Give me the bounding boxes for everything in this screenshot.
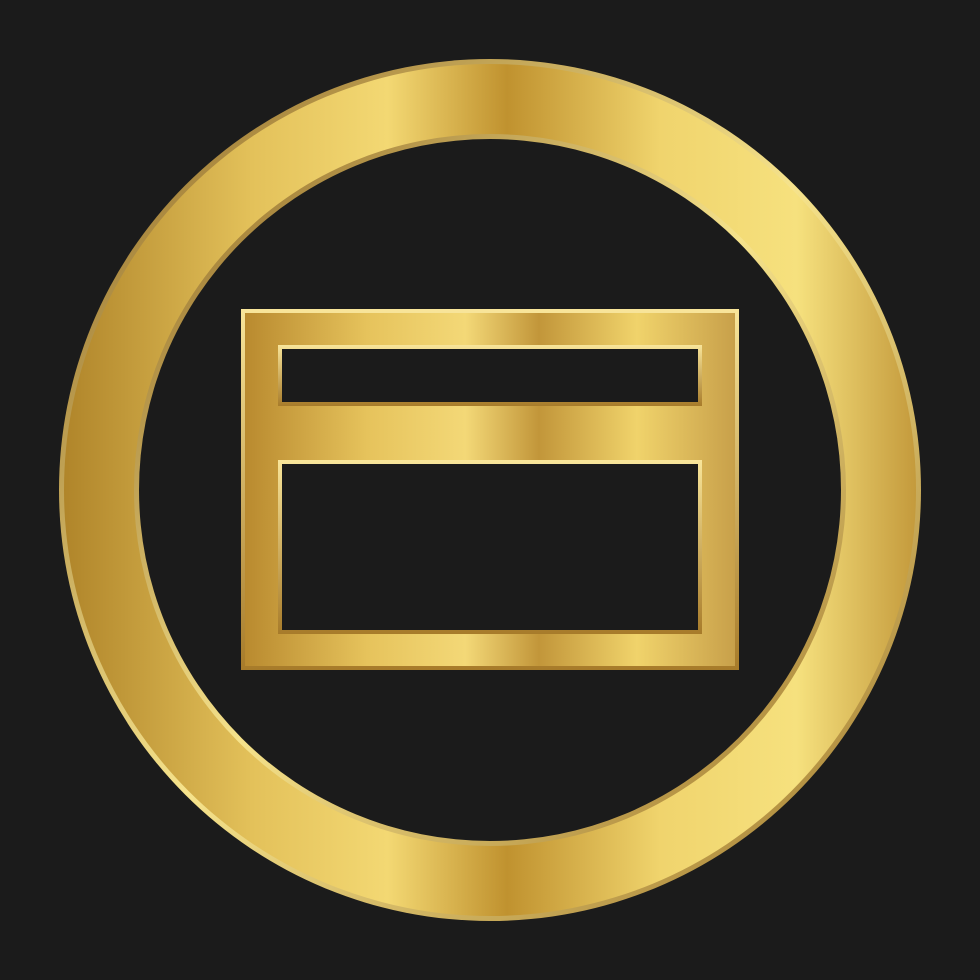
credit-card-icon xyxy=(241,309,739,670)
gold-credit-card-badge xyxy=(59,59,921,921)
icon-canvas xyxy=(0,0,980,980)
card-stripe-window xyxy=(278,345,702,406)
card-body-window xyxy=(278,460,702,634)
